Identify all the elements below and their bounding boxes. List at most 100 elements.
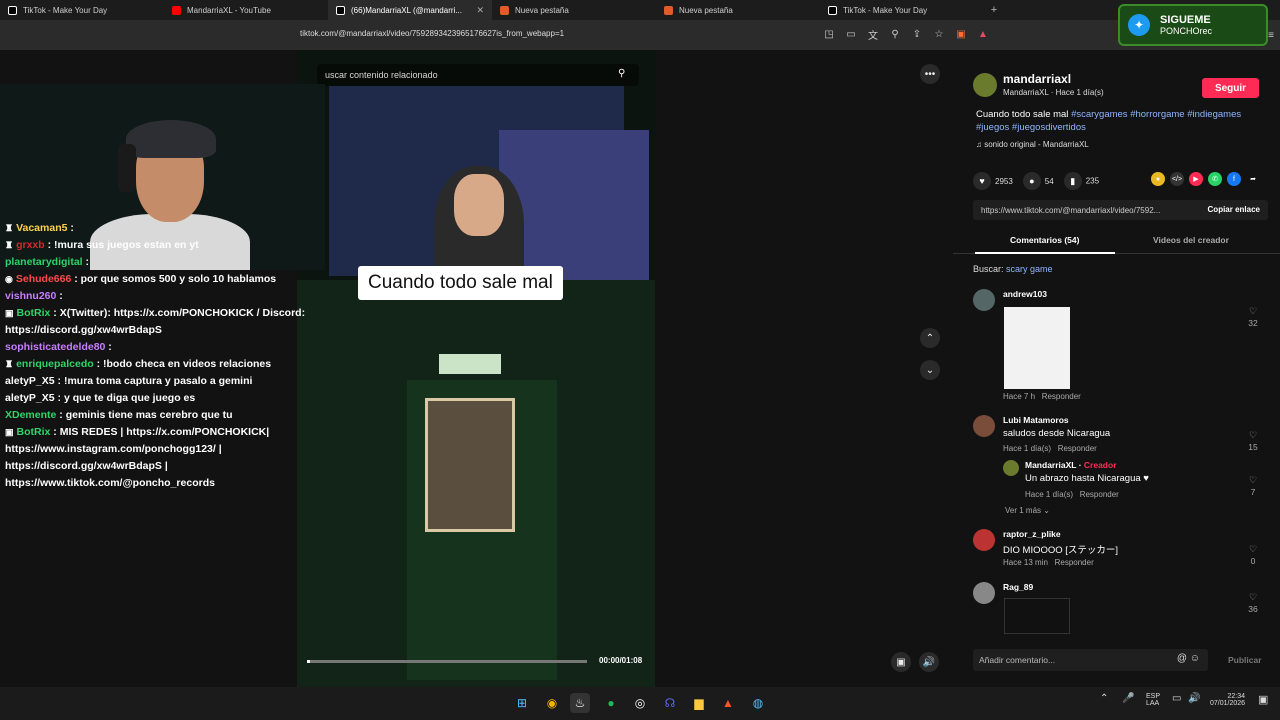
- facebook-icon[interactable]: f: [1227, 172, 1241, 186]
- copy-link-button[interactable]: Copiar enlace: [1208, 205, 1260, 214]
- next-video-button[interactable]: ⌄: [920, 360, 940, 380]
- search-placeholder: uscar contenido relacionado: [325, 70, 438, 80]
- windows-start-icon[interactable]: ⊞: [512, 693, 532, 713]
- stream-chat: ♜ Vacaman5 : ♜ grxxb : !mura sus juegos es…: [0, 220, 325, 680]
- send-icon[interactable]: ▶: [1189, 172, 1203, 186]
- comment-user[interactable]: Rag_89: [1003, 582, 1033, 592]
- notification-icon[interactable]: ▣: [1258, 693, 1268, 706]
- spotify-icon[interactable]: ●: [601, 693, 621, 713]
- discord-icon[interactable]: ☊: [660, 693, 680, 713]
- microphone-icon[interactable]: 🎤: [1122, 693, 1134, 704]
- search-suggestion[interactable]: Buscar: scary game: [973, 264, 1053, 274]
- url-field[interactable]: tiktok.com/@mandarriaxl/video/7592893423…: [300, 29, 564, 38]
- save-stat[interactable]: ▮ 235: [1063, 172, 1099, 190]
- chrome-icon[interactable]: ◉: [542, 693, 562, 713]
- hashtag[interactable]: #juegos: [976, 122, 1009, 133]
- browser-tab-5[interactable]: Nueva pestaña: [656, 0, 820, 20]
- alert-icon[interactable]: ▲: [976, 27, 990, 41]
- browser-tab-2[interactable]: MandarriaXL - YouTube: [164, 0, 328, 20]
- share-arrow-icon[interactable]: ➦: [1246, 172, 1260, 186]
- related-search-input[interactable]: uscar contenido relacionado ⚲: [317, 64, 639, 86]
- chat-message: planetarydigital :: [5, 254, 320, 271]
- menu-icon[interactable]: ≡: [1268, 30, 1274, 41]
- share-icon[interactable]: ⇪: [910, 27, 924, 41]
- comment-user[interactable]: Lubi Matamoros: [1003, 415, 1069, 425]
- avatar[interactable]: [973, 72, 997, 97]
- avatar[interactable]: [973, 289, 995, 311]
- search-term[interactable]: scary game: [1006, 264, 1053, 274]
- avatar[interactable]: [973, 415, 995, 437]
- browser-tab-4[interactable]: Nueva pestaña: [492, 0, 656, 20]
- heart-icon[interactable]: ♡: [1243, 430, 1263, 441]
- reply-button[interactable]: Responder: [1042, 392, 1081, 401]
- mention-emoji-icons[interactable]: @ ☺: [1177, 653, 1200, 664]
- tab-comments[interactable]: Comentarios (54): [1010, 235, 1079, 245]
- comment-user[interactable]: MandarriaXL · Creador: [1025, 460, 1117, 470]
- comment-stat[interactable]: ● 54: [1022, 172, 1054, 190]
- obs-icon[interactable]: ◎: [630, 693, 650, 713]
- new-tab-button[interactable]: +: [984, 0, 1004, 20]
- video-player[interactable]: Cuando todo sale mal uscar contenido rel…: [297, 50, 655, 687]
- avatar[interactable]: [973, 529, 995, 551]
- tray-chevron-icon[interactable]: ⌃: [1100, 693, 1108, 704]
- address-bar: tiktok.com/@mandarriaxl/video/7592893423…: [0, 20, 1280, 50]
- volume-button[interactable]: 🔊: [919, 652, 939, 672]
- translate-icon[interactable]: 文: [866, 27, 880, 42]
- follow-button[interactable]: Seguir: [1202, 78, 1259, 98]
- comment-user[interactable]: raptor_z_plike: [1003, 529, 1061, 539]
- author-sub: MandarriaXL · Hace 1 día(s): [1003, 88, 1104, 97]
- coin-icon[interactable]: ●: [1151, 172, 1165, 186]
- brave-shield-icon[interactable]: ▣: [954, 27, 968, 41]
- whatsapp-icon[interactable]: ✆: [1208, 172, 1222, 186]
- heart-icon[interactable]: ♡: [1243, 592, 1263, 603]
- badge-icon: ♜: [5, 223, 14, 233]
- tab-creator-videos[interactable]: Videos del creador: [1153, 235, 1229, 245]
- author-name[interactable]: mandarriaxl: [1003, 72, 1104, 86]
- cast-icon[interactable]: ▭: [844, 27, 858, 41]
- language-indicator[interactable]: ESP LAA: [1146, 693, 1160, 707]
- folder-icon[interactable]: ▆: [689, 693, 709, 713]
- comment-user[interactable]: andrew103: [1003, 289, 1047, 299]
- reply-button[interactable]: Responder: [1058, 444, 1097, 453]
- previous-video-button[interactable]: ⌃: [920, 328, 940, 348]
- heart-icon[interactable]: ♡: [1243, 475, 1263, 486]
- close-tab-icon[interactable]: ✕: [476, 5, 484, 16]
- network-icon[interactable]: ▭: [1172, 693, 1181, 704]
- sound-off-icon[interactable]: ◳: [822, 27, 836, 41]
- reply-button[interactable]: Responder: [1055, 558, 1094, 567]
- publish-button[interactable]: Publicar: [1228, 655, 1262, 665]
- comment-sticker: [1004, 307, 1070, 389]
- avatar[interactable]: [973, 582, 995, 604]
- heart-icon[interactable]: ♡: [1243, 306, 1263, 317]
- progress-bar[interactable]: [307, 660, 587, 663]
- steam-icon[interactable]: ♨: [570, 693, 590, 713]
- clock[interactable]: 22:34 07/01/2026: [1210, 693, 1245, 707]
- browser-tab-6[interactable]: TikTok - Make Your Day: [820, 0, 984, 20]
- brave-icon[interactable]: ▲: [718, 693, 738, 713]
- heart-icon[interactable]: ♡: [1243, 544, 1263, 555]
- twitter-icon: ✦: [1128, 14, 1150, 36]
- embed-icon[interactable]: </>: [1170, 172, 1184, 186]
- picture-in-picture-button[interactable]: ▣: [891, 652, 911, 672]
- like-stat[interactable]: ♥ 2953: [973, 172, 1013, 190]
- app-icon[interactable]: ◍: [748, 693, 768, 713]
- browser-tab-1[interactable]: TikTok - Make Your Day: [0, 0, 164, 20]
- hashtag[interactable]: #juegosdivertidos: [1012, 122, 1086, 133]
- more-replies-button[interactable]: Ver 1 más ⌄: [1005, 506, 1050, 515]
- tab-label: TikTok - Make Your Day: [23, 5, 108, 15]
- sound-info[interactable]: ♫ sonido original - MandarriaXL: [976, 140, 1089, 149]
- zoom-icon[interactable]: ⚲: [888, 27, 902, 41]
- comment-input[interactable]: Añadir comentario... @ ☺: [973, 649, 1208, 671]
- volume-icon[interactable]: 🔊: [1188, 693, 1200, 704]
- avatar[interactable]: [1003, 460, 1019, 476]
- browser-tab-3[interactable]: (66)MandarriaXL (@mandarri... ✕: [328, 0, 492, 20]
- bookmark-icon[interactable]: ☆: [932, 27, 946, 41]
- video-link[interactable]: https://www.tiktok.com/@mandarriaxl/vide…: [973, 200, 1268, 220]
- hashtag[interactable]: #horrorgame: [1130, 109, 1184, 120]
- hashtag[interactable]: #scarygames: [1071, 109, 1128, 120]
- hashtag[interactable]: #indiegames: [1187, 109, 1241, 120]
- comment-time: Hace 1 día(s): [1003, 444, 1052, 453]
- search-icon[interactable]: ⚲: [618, 68, 633, 83]
- reply-button[interactable]: Responder: [1080, 490, 1119, 499]
- more-options-button[interactable]: •••: [920, 64, 940, 84]
